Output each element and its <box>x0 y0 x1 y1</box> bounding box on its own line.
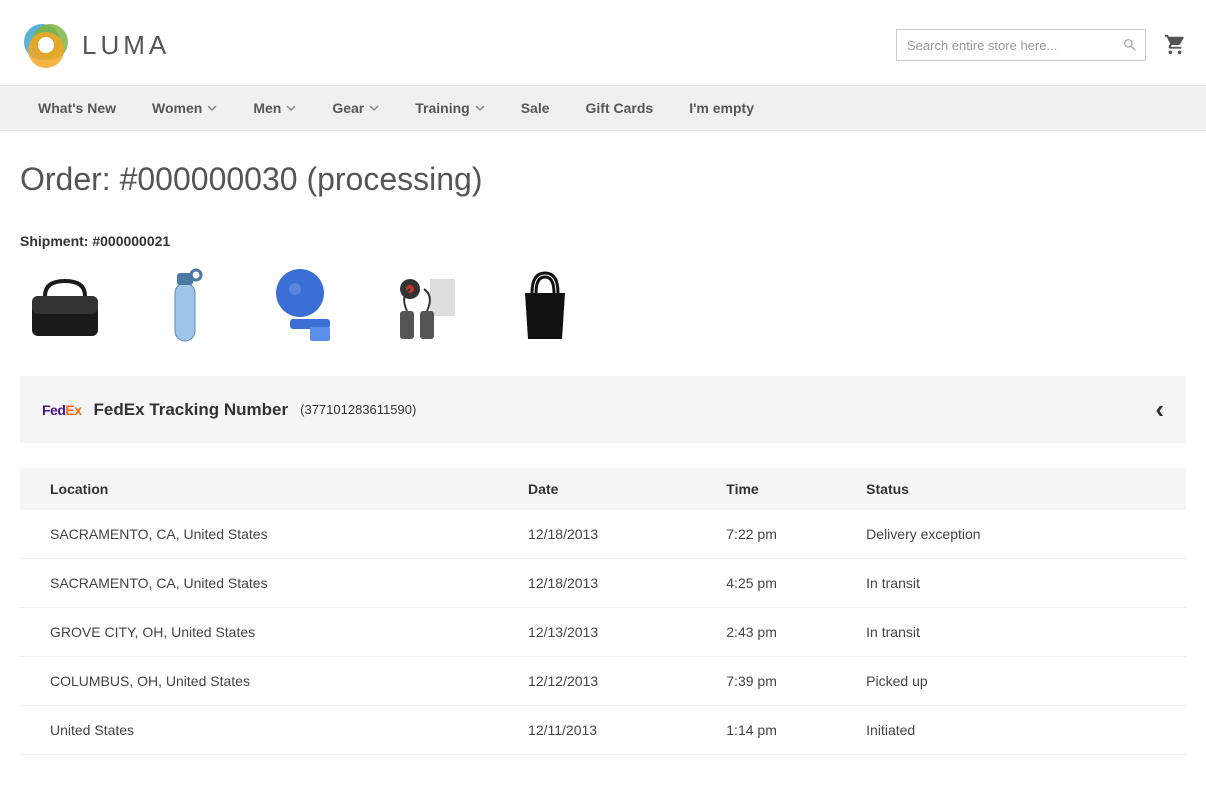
table-row: United States12/11/20131:14 pmInitiated <box>20 706 1186 755</box>
search-input[interactable] <box>896 29 1146 61</box>
nav-item-sale[interactable]: Sale <box>503 86 568 130</box>
product-thumb-accessory-set[interactable] <box>380 261 470 351</box>
nav-item-gear[interactable]: Gear <box>314 86 397 130</box>
nav-item-label: I'm empty <box>689 100 754 116</box>
cell-status: In transit <box>836 608 1186 657</box>
table-row: SACRAMENTO, CA, United States12/18/20134… <box>20 559 1186 608</box>
cell-status: Picked up <box>836 657 1186 706</box>
fedex-logo-icon: FedEx <box>42 402 82 418</box>
cell-date: 12/11/2013 <box>498 706 696 755</box>
cell-status: Initiated <box>836 706 1186 755</box>
cell-location: United States <box>20 706 498 755</box>
cell-date: 12/12/2013 <box>498 657 696 706</box>
tracking-carrier-label: FedEx Tracking Number <box>94 400 289 420</box>
nav-item-women[interactable]: Women <box>134 86 235 130</box>
cell-location: GROVE CITY, OH, United States <box>20 608 498 657</box>
cell-time: 1:14 pm <box>696 706 836 755</box>
nav-item-label: Gear <box>332 100 364 116</box>
nav-item-label: Men <box>253 100 281 116</box>
logo-text: LUMA <box>82 30 170 61</box>
chevron-left-icon: ‹ <box>1155 394 1164 425</box>
nav-item-i-m-empty[interactable]: I'm empty <box>671 86 772 130</box>
nav-item-what-s-new[interactable]: What's New <box>20 86 134 130</box>
cell-time: 2:43 pm <box>696 608 836 657</box>
cell-location: SACRAMENTO, CA, United States <box>20 559 498 608</box>
column-location: Location <box>20 468 498 510</box>
chevron-down-icon <box>475 103 485 113</box>
page-title: Order: #000000030 (processing) <box>20 161 1186 198</box>
logo[interactable]: LUMA <box>20 20 170 70</box>
cell-time: 7:39 pm <box>696 657 836 706</box>
product-thumb-water-bottle[interactable] <box>140 261 230 351</box>
search-icon[interactable] <box>1122 37 1138 53</box>
product-thumb-yoga-kit[interactable] <box>260 261 350 351</box>
shipment-label: Shipment: #000000021 <box>20 233 1186 249</box>
search-box <box>896 29 1146 61</box>
cell-date: 12/13/2013 <box>498 608 696 657</box>
main-content: Order: #000000030 (processing) Shipment:… <box>0 131 1206 795</box>
chevron-down-icon <box>207 103 217 113</box>
column-time: Time <box>696 468 836 510</box>
chevron-down-icon <box>369 103 379 113</box>
cell-status: Delivery exception <box>836 510 1186 559</box>
nav-item-gift-cards[interactable]: Gift Cards <box>568 86 672 130</box>
table-row: GROVE CITY, OH, United States12/13/20132… <box>20 608 1186 657</box>
product-thumb-tote-bag[interactable] <box>500 261 590 351</box>
main-nav: What's New Women Men Gear Training Sale Gift C… <box>0 85 1206 131</box>
chevron-down-icon <box>286 103 296 113</box>
nav-item-men[interactable]: Men <box>235 86 314 130</box>
header-actions <box>896 29 1186 61</box>
product-thumbnails <box>20 261 1186 351</box>
tracking-accordion-header[interactable]: FedEx FedEx Tracking Number (37710128361… <box>20 376 1186 443</box>
site-header: LUMA <box>0 0 1206 85</box>
nav-item-label: Sale <box>521 100 550 116</box>
cell-time: 7:22 pm <box>696 510 836 559</box>
cell-date: 12/18/2013 <box>498 510 696 559</box>
product-thumb-messenger-bag[interactable] <box>20 261 110 351</box>
tracking-events-table: Location Date Time Status SACRAMENTO, CA… <box>20 468 1186 755</box>
cell-status: In transit <box>836 559 1186 608</box>
cart-icon[interactable] <box>1164 34 1186 56</box>
nav-item-label: Gift Cards <box>586 100 654 116</box>
table-row: COLUMBUS, OH, United States12/12/20137:3… <box>20 657 1186 706</box>
cell-location: COLUMBUS, OH, United States <box>20 657 498 706</box>
cell-location: SACRAMENTO, CA, United States <box>20 510 498 559</box>
nav-item-training[interactable]: Training <box>397 86 502 130</box>
nav-item-label: What's New <box>38 100 116 116</box>
nav-item-label: Training <box>415 100 469 116</box>
nav-item-label: Women <box>152 100 202 116</box>
column-status: Status <box>836 468 1186 510</box>
cell-time: 4:25 pm <box>696 559 836 608</box>
cell-date: 12/18/2013 <box>498 559 696 608</box>
logo-mark <box>20 20 70 70</box>
tracking-number: (377101283611590) <box>300 402 416 417</box>
table-row: SACRAMENTO, CA, United States12/18/20137… <box>20 510 1186 559</box>
column-date: Date <box>498 468 696 510</box>
